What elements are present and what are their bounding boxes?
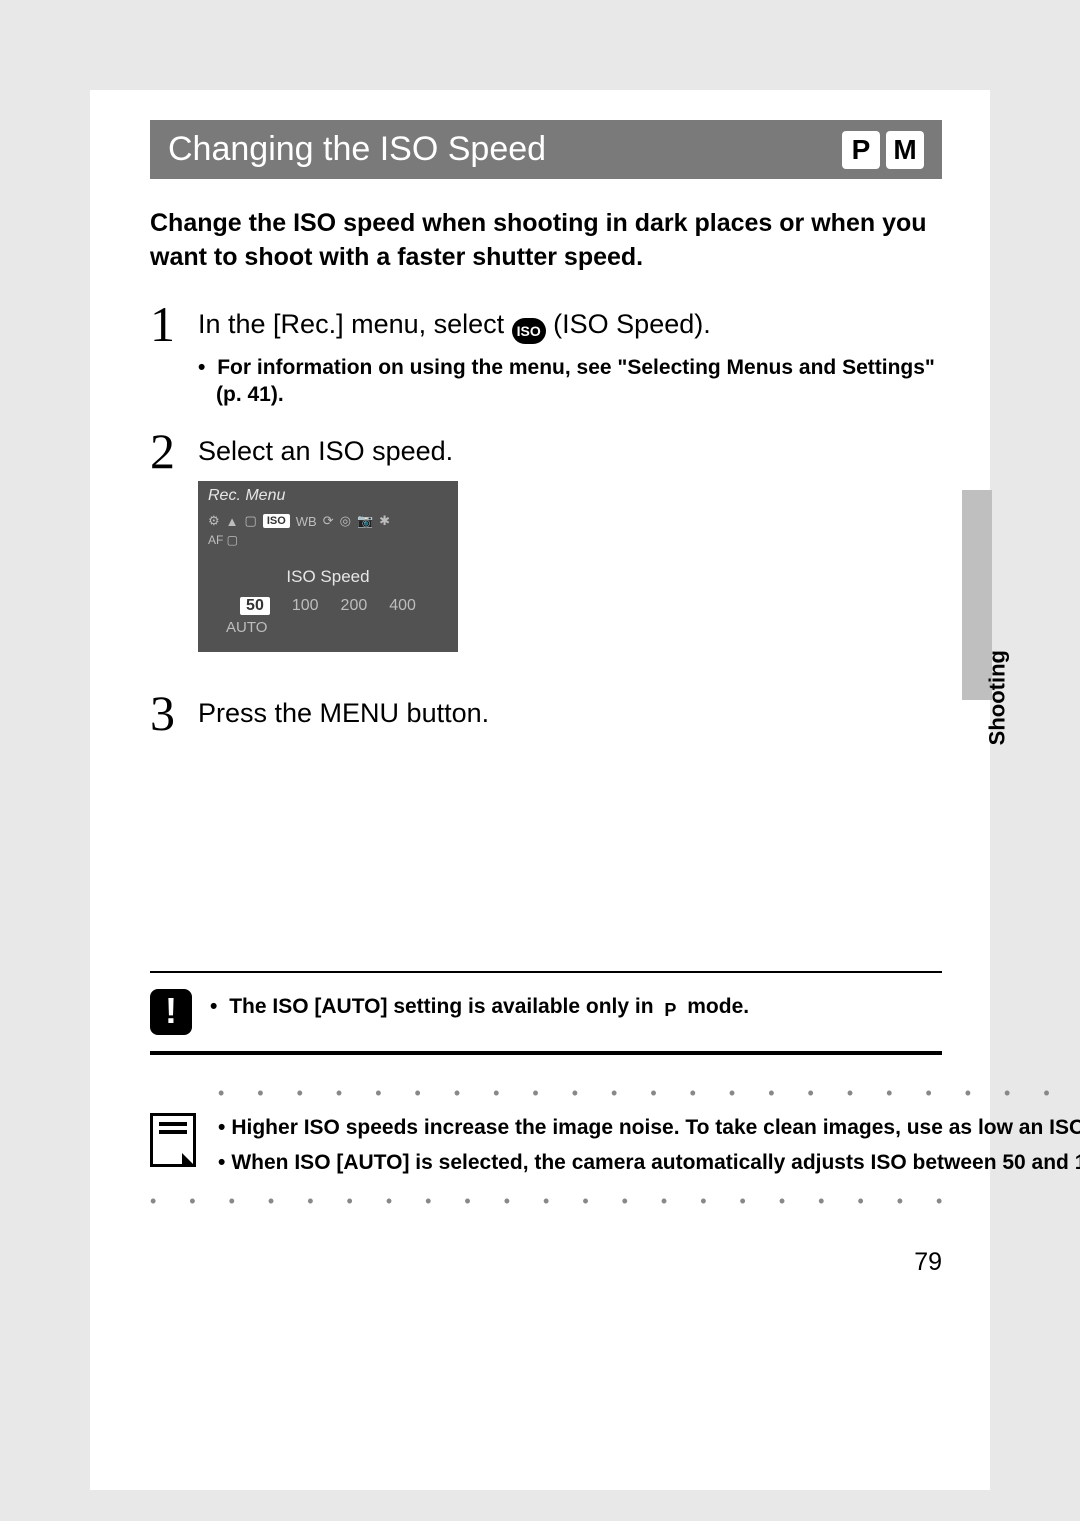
cam-icon: ▢ bbox=[245, 513, 257, 529]
camera-menu-screenshot: Rec. Menu ⚙ ▲ ▢ ISO WB ⟳ ◎ 📷 ✱ AF ▢ ISO … bbox=[198, 481, 458, 652]
cam-af-row: AF ▢ bbox=[198, 533, 458, 557]
cam-value: 400 bbox=[389, 597, 416, 615]
cam-icon-selected: ISO bbox=[263, 514, 290, 528]
cam-icon: ▲ bbox=[226, 514, 239, 529]
step-3-title: Press the MENU button. bbox=[198, 696, 942, 731]
iso-icon: ISO bbox=[512, 318, 546, 344]
step-1-note: For information on using the menu, see "… bbox=[198, 354, 942, 409]
cam-setting-label: ISO Speed bbox=[198, 567, 458, 587]
step-2-number: 2 bbox=[150, 426, 182, 670]
cam-icon: ⚙ bbox=[208, 513, 220, 529]
cam-value-selected: 50 bbox=[240, 597, 270, 615]
warning-box: The ISO [AUTO] setting is available only… bbox=[150, 971, 942, 1055]
mode-icons: P M bbox=[842, 131, 924, 169]
cam-values-row: 50 100 200 400 bbox=[198, 597, 458, 615]
step-2-body: Select an ISO speed. Rec. Menu ⚙ ▲ ▢ ISO… bbox=[198, 426, 942, 670]
mode-p-icon: P bbox=[842, 131, 880, 169]
step-1-note-before: For information on using the menu, see bbox=[217, 356, 617, 379]
step-2-title: Select an ISO speed. bbox=[198, 434, 942, 469]
step-1-note-em: "Selecting Menus and Settings" bbox=[617, 356, 934, 379]
page-heading-bar: Changing the ISO Speed P M bbox=[150, 120, 942, 179]
step-3-number: 3 bbox=[150, 688, 182, 741]
step-1-number: 1 bbox=[150, 299, 182, 409]
warning-box-wrapper: The ISO [AUTO] setting is available only… bbox=[150, 971, 942, 1055]
dotted-divider-bottom: • • • • • • • • • • • • • • • • • • • • … bbox=[150, 1191, 942, 1212]
step-3-body: Press the MENU button. bbox=[198, 688, 942, 741]
step-3: 3 Press the MENU button. bbox=[150, 688, 942, 741]
manual-page: Shooting Changing the ISO Speed P M Chan… bbox=[90, 90, 990, 1490]
cam-icon: 📷 bbox=[357, 513, 373, 529]
cam-menu-title: Rec. Menu bbox=[198, 487, 458, 513]
step-1-note-after: (p. 41). bbox=[216, 383, 284, 406]
mode-m-icon: M bbox=[886, 131, 924, 169]
step-1-title-before: In the [Rec.] menu, select bbox=[198, 309, 512, 339]
cam-auto-value: AUTO bbox=[198, 615, 458, 636]
warning-text-after: mode. bbox=[681, 995, 749, 1018]
cam-value: 100 bbox=[292, 597, 319, 615]
note-content: • • • • • • • • • • • • • • • • • • • • … bbox=[218, 1083, 1080, 1183]
step-1: 1 In the [Rec.] menu, select ISO (ISO Sp… bbox=[150, 299, 942, 409]
cam-icon: WB bbox=[296, 514, 317, 529]
cam-value: 200 bbox=[341, 597, 368, 615]
note-icon bbox=[150, 1113, 196, 1167]
section-tab-label: Shooting bbox=[984, 650, 1010, 745]
warning-icon bbox=[150, 989, 192, 1035]
note-1: Higher ISO speeds increase the image noi… bbox=[218, 1114, 1080, 1142]
cam-icon: ✱ bbox=[379, 513, 390, 529]
step-1-title-after: (ISO Speed). bbox=[553, 309, 711, 339]
page-heading-text: Changing the ISO Speed bbox=[168, 130, 546, 169]
dotted-divider-top: • • • • • • • • • • • • • • • • • • • • … bbox=[218, 1083, 1080, 1104]
warning-text-before: The ISO [AUTO] setting is available only… bbox=[229, 995, 659, 1018]
note-box: • • • • • • • • • • • • • • • • • • • • … bbox=[150, 1083, 942, 1183]
step-2: 2 Select an ISO speed. Rec. Menu ⚙ ▲ ▢ I… bbox=[150, 426, 942, 670]
note-2: When ISO [AUTO] is selected, the camera … bbox=[218, 1149, 1080, 1177]
intro-text: Change the ISO speed when shooting in da… bbox=[150, 207, 942, 275]
cam-icon: ⟳ bbox=[323, 513, 334, 529]
warning-text: The ISO [AUTO] setting is available only… bbox=[210, 989, 749, 1021]
cam-icon-row: ⚙ ▲ ▢ ISO WB ⟳ ◎ 📷 ✱ bbox=[198, 513, 458, 533]
page-number: 79 bbox=[150, 1248, 942, 1277]
step-1-body: In the [Rec.] menu, select ISO (ISO Spee… bbox=[198, 299, 942, 409]
mode-p-inline-icon: P bbox=[659, 1000, 681, 1022]
cam-icon: ◎ bbox=[340, 513, 351, 529]
step-1-title: In the [Rec.] menu, select ISO (ISO Spee… bbox=[198, 307, 942, 344]
